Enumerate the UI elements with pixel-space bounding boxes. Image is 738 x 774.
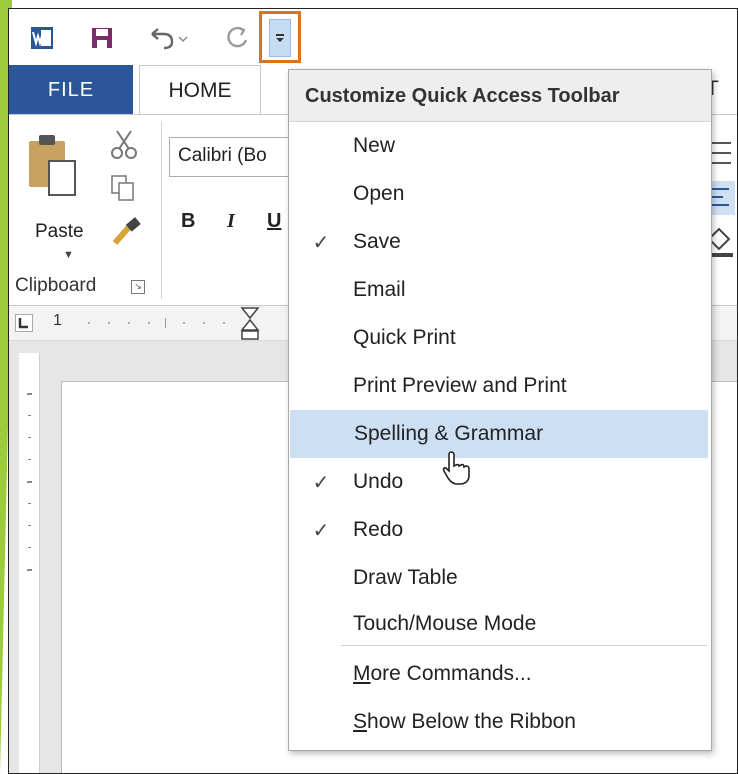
menu-item-label: Email [353, 278, 406, 301]
tab-file[interactable]: FILE [9, 65, 133, 115]
menu-item-label: Undo [353, 470, 404, 493]
paste-button[interactable]: Paste ▼ [23, 127, 91, 267]
word-logo-icon[interactable] [27, 23, 57, 53]
checkmark-icon: ✓ [312, 471, 330, 494]
highlight-box [259, 11, 301, 63]
menu-item-spelling-grammar[interactable]: Spelling & Grammar [290, 410, 708, 458]
menu-item-label: Open [353, 182, 405, 205]
menu-item-label: Redo [353, 518, 404, 541]
menu-item-label: Show Below the Ribbon [353, 710, 576, 733]
ruler-number: 1 [53, 312, 62, 329]
menu-item-label: Touch/Mouse Mode [353, 612, 537, 635]
menu-item-label: Save [353, 230, 401, 253]
bold-button[interactable]: B [181, 210, 195, 233]
menu-item-open[interactable]: Open [289, 170, 711, 218]
menu-item-label: Spelling & Grammar [354, 422, 544, 445]
menu-item-show-below-ribbon[interactable]: Show Below the Ribbon [289, 698, 711, 746]
menu-item-label: Quick Print [353, 326, 456, 349]
word-window: FILE HOME T Paste ▼ Clipboard ↘ Calibri … [8, 8, 738, 774]
paste-icon [29, 135, 76, 196]
menu-header: Customize Quick Access Toolbar [289, 70, 711, 122]
checkmark-icon: ✓ [312, 519, 330, 542]
italic-button[interactable]: I [227, 210, 235, 233]
menu-separator [341, 645, 707, 646]
tab-selector-icon[interactable] [15, 314, 33, 332]
indent-marker-icon[interactable] [239, 306, 261, 340]
dialog-launcher-icon[interactable]: ↘ [131, 280, 145, 294]
menu-item-print-preview[interactable]: Print Preview and Print [289, 362, 711, 410]
menu-item-save[interactable]: ✓ Save [289, 218, 711, 266]
menu-item-draw-table[interactable]: Draw Table [289, 554, 711, 602]
menu-item-label: More Commands... [353, 662, 532, 685]
redo-icon[interactable] [223, 23, 253, 53]
vertical-ruler[interactable] [19, 353, 40, 773]
menu-item-new[interactable]: New [289, 122, 711, 170]
menu-item-undo[interactable]: ✓ Undo [289, 458, 711, 506]
copy-icon[interactable] [109, 173, 137, 203]
menu-item-quick-print[interactable]: Quick Print [289, 314, 711, 362]
cut-icon[interactable] [109, 129, 139, 161]
font-name-field[interactable]: Calibri (Bo [169, 137, 299, 177]
menu-item-label: New [353, 134, 396, 157]
menu-item-touch-mouse-mode[interactable]: Touch/Mouse Mode [289, 600, 711, 648]
menu-item-label: Print Preview and Print [353, 374, 567, 397]
undo-icon[interactable] [143, 23, 193, 53]
list-icon [709, 142, 731, 164]
tab-home[interactable]: HOME [139, 65, 261, 115]
clipboard-group-label: Clipboard [15, 275, 97, 296]
mouse-pointer-icon [442, 451, 470, 485]
underline-button[interactable]: U [267, 210, 281, 233]
paste-label: Paste [35, 221, 84, 242]
format-painter-icon[interactable] [111, 217, 141, 247]
group-divider [161, 121, 162, 299]
checkmark-icon: ✓ [312, 231, 330, 254]
quick-access-toolbar [9, 9, 737, 65]
chevron-down-icon[interactable]: ▼ [63, 249, 74, 261]
save-icon[interactable] [87, 23, 117, 53]
menu-item-more-commands[interactable]: More Commands... [289, 650, 711, 698]
customize-qat-menu: Customize Quick Access Toolbar New Open … [288, 69, 712, 751]
menu-item-redo[interactable]: ✓ Redo [289, 506, 711, 554]
menu-item-email[interactable]: Email [289, 266, 711, 314]
menu-item-label: Draw Table [353, 566, 458, 589]
